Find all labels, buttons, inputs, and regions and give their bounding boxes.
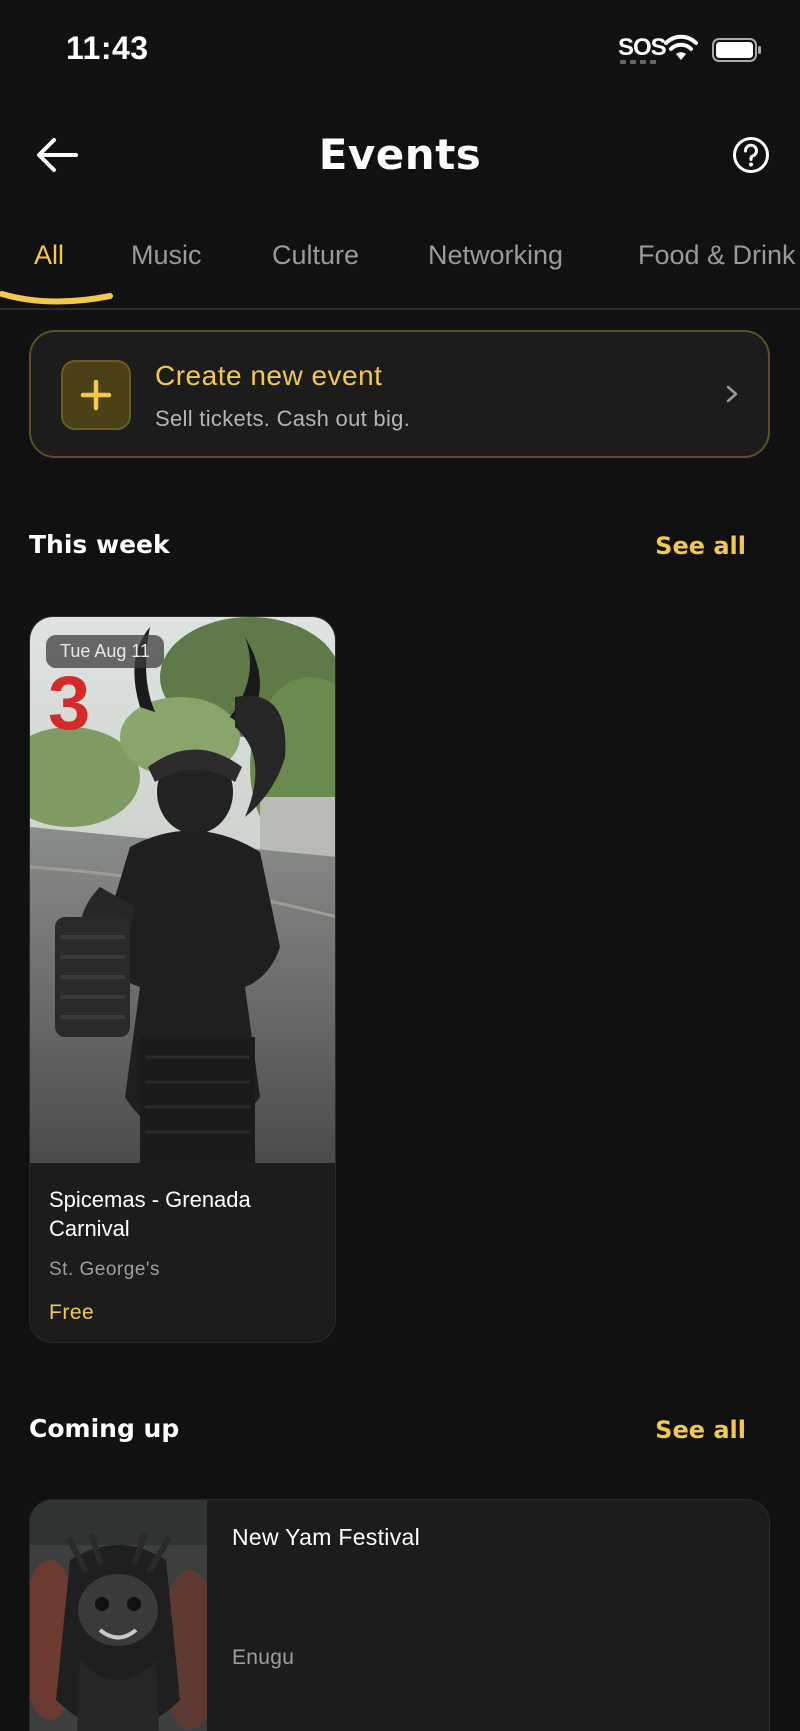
create-event-plus-button bbox=[61, 360, 131, 430]
help-icon[interactable] bbox=[732, 136, 770, 174]
sos-indicator: SOS bbox=[618, 34, 667, 64]
event-list-location: Enugu bbox=[232, 1646, 295, 1669]
event-list-image bbox=[30, 1500, 207, 1731]
create-event-subtitle: Sell tickets. Cash out big. bbox=[155, 406, 411, 431]
battery-icon bbox=[712, 38, 761, 62]
see-all-this-week-link[interactable]: See all bbox=[655, 532, 746, 560]
tab-food-drink[interactable]: Food & Drink bbox=[638, 240, 796, 271]
active-tab-indicator bbox=[0, 291, 113, 305]
tab-culture[interactable]: Culture bbox=[272, 240, 359, 271]
svg-text:3: 3 bbox=[48, 661, 90, 746]
page-title: Events bbox=[318, 130, 482, 179]
event-date-badge: Tue Aug 11 bbox=[46, 635, 165, 668]
event-image: 3 Tue Aug 11 bbox=[30, 617, 335, 1163]
plus-icon bbox=[80, 379, 112, 411]
status-time: 11:43 bbox=[66, 30, 149, 66]
wifi-icon bbox=[664, 34, 698, 60]
event-card[interactable]: 3 Tue Aug 11 Spicemas - Grenada Carnival… bbox=[29, 616, 336, 1343]
sos-label: SOS bbox=[618, 34, 667, 61]
status-bar: 11:43 SOS bbox=[0, 0, 800, 100]
create-event-card[interactable]: Create new event Sell tickets. Cash out … bbox=[29, 330, 770, 458]
signal-dots-icon bbox=[620, 60, 656, 64]
event-name: Spicemas - Grenada Carnival bbox=[49, 1187, 251, 1241]
tab-networking[interactable]: Networking bbox=[428, 240, 563, 271]
chevron-right-icon bbox=[726, 385, 738, 403]
event-location: St. George's bbox=[49, 1259, 161, 1280]
create-event-title: Create new event bbox=[155, 360, 383, 391]
tab-music[interactable]: Music bbox=[131, 240, 202, 271]
category-tabs: All Music Culture Networking Food & Drin… bbox=[0, 226, 800, 310]
section-title-this-week: This week bbox=[29, 530, 170, 559]
event-list-item[interactable]: New Yam Festival Enugu bbox=[29, 1499, 770, 1731]
header: Events bbox=[0, 110, 800, 200]
tab-all[interactable]: All bbox=[34, 240, 64, 271]
see-all-coming-up-link[interactable]: See all bbox=[655, 1416, 746, 1444]
section-title-coming-up: Coming up bbox=[29, 1414, 180, 1443]
event-list-name: New Yam Festival bbox=[232, 1524, 421, 1550]
event-price: Free bbox=[49, 1301, 95, 1324]
